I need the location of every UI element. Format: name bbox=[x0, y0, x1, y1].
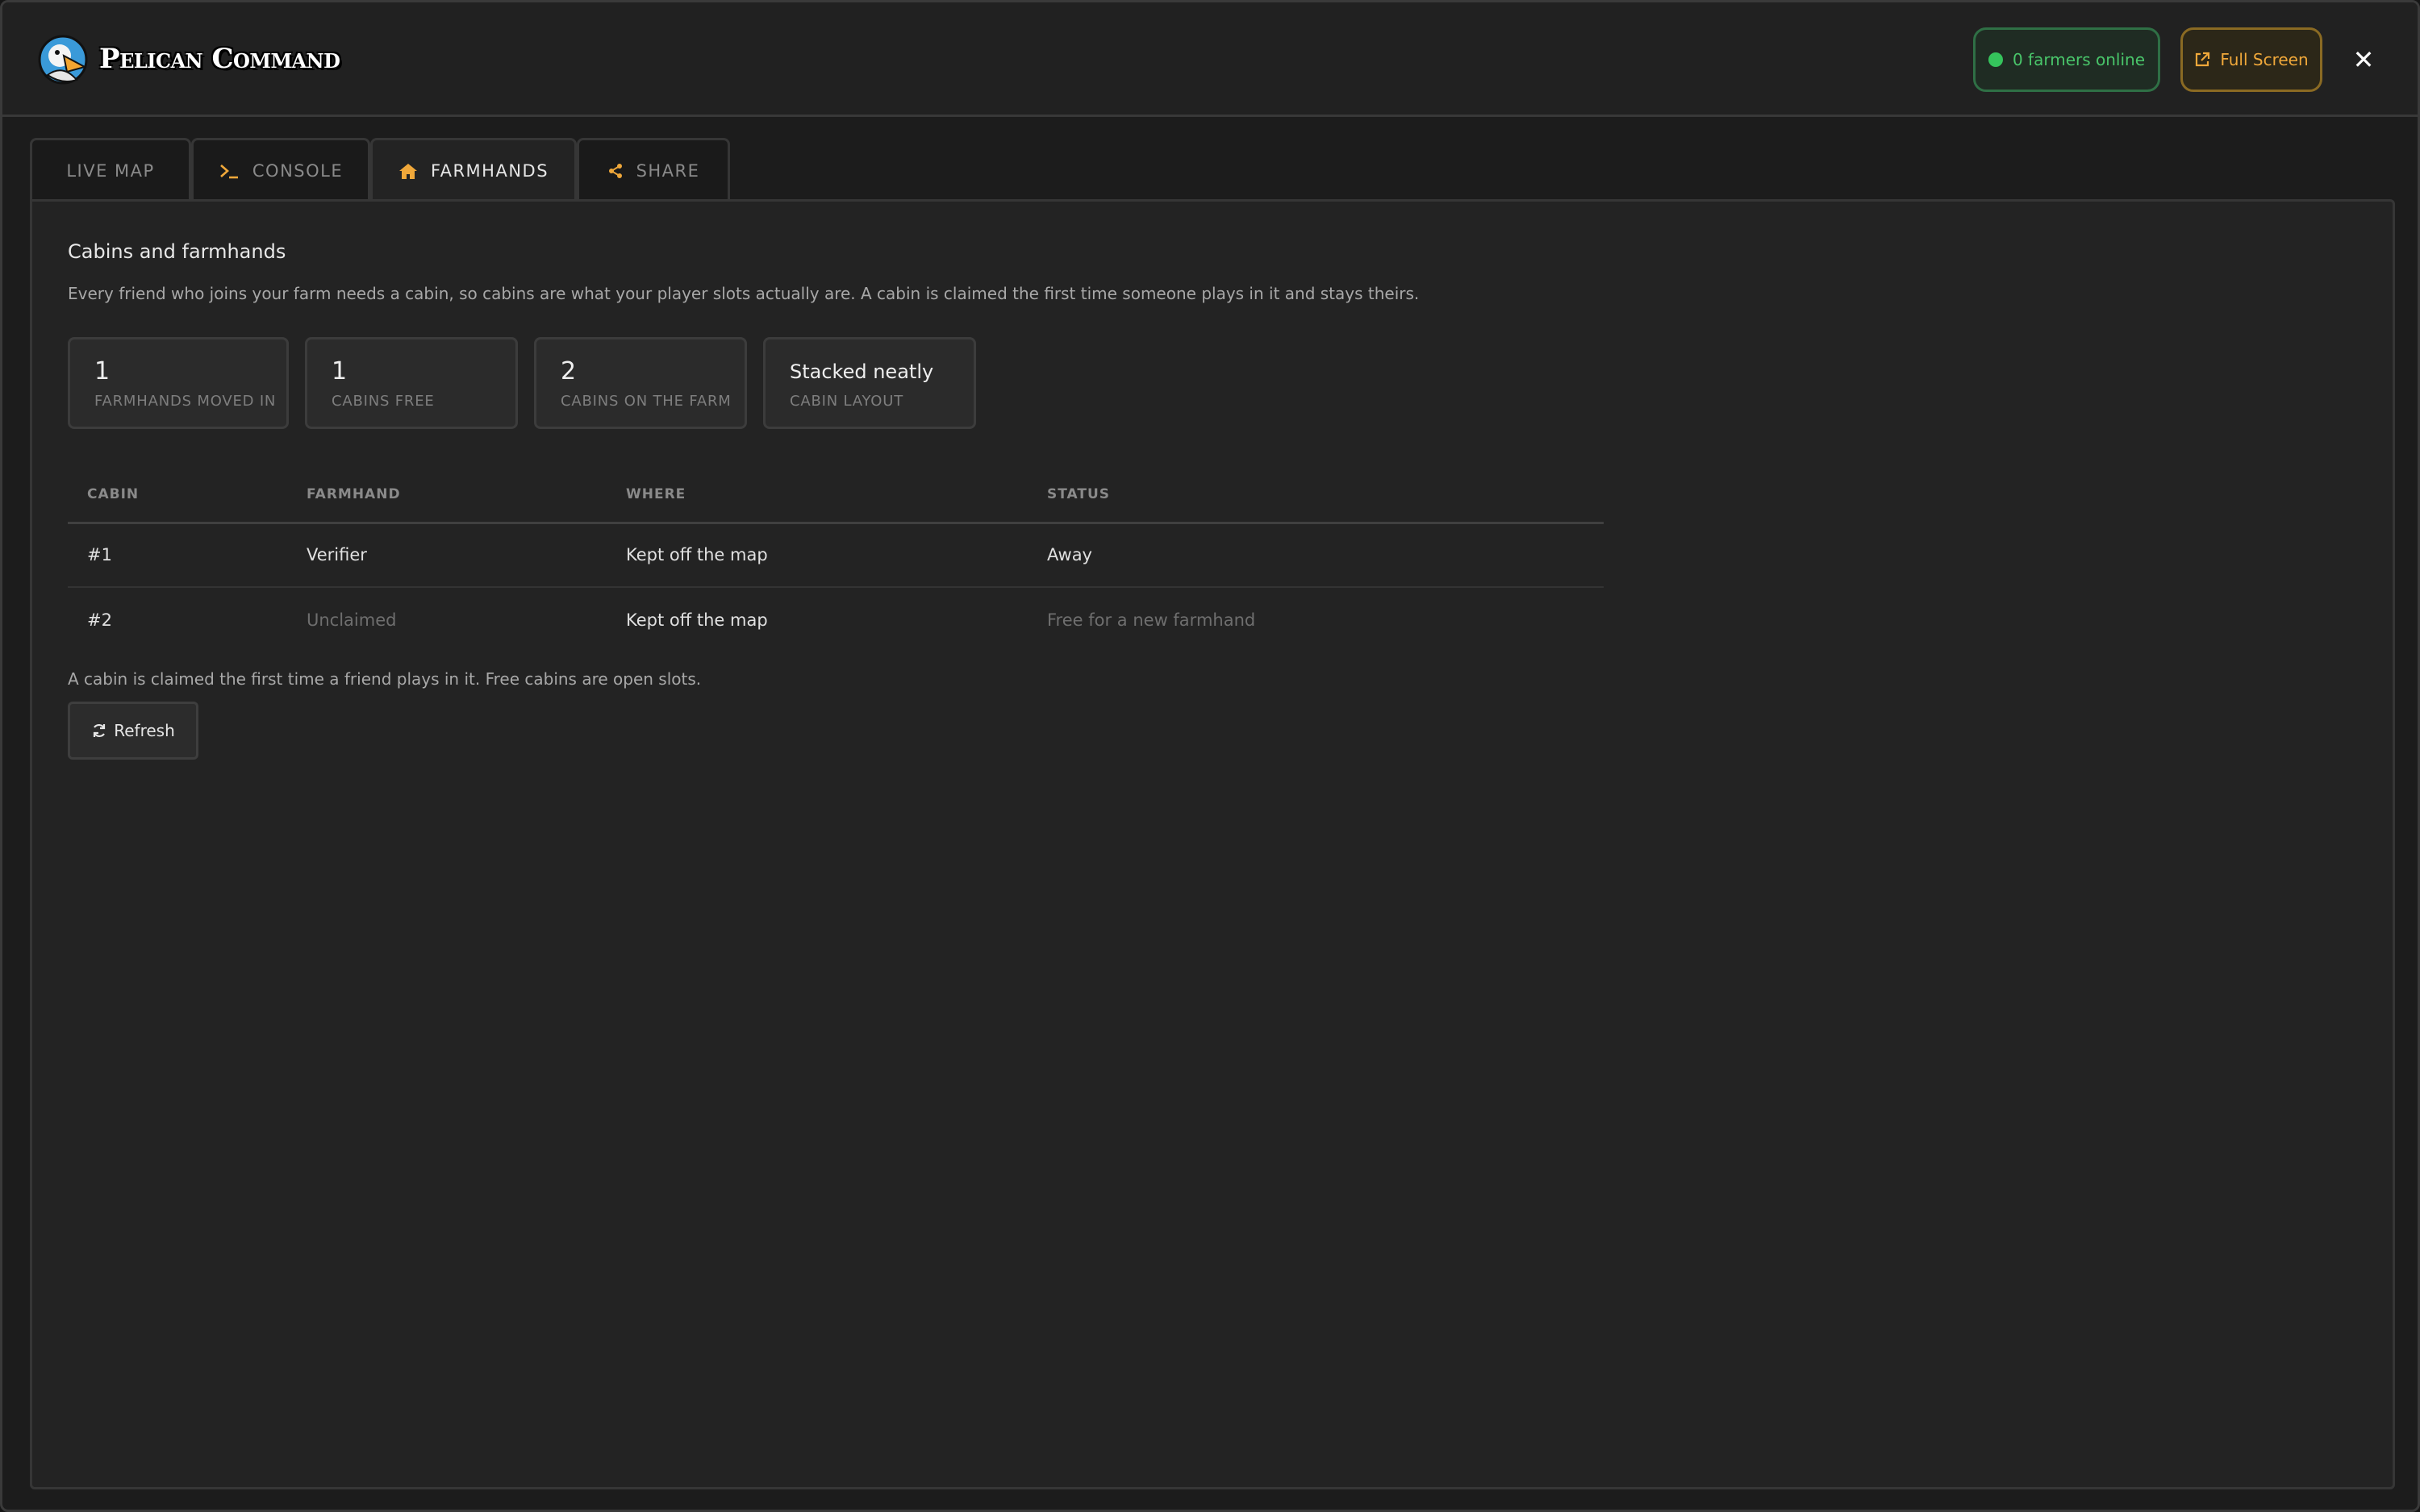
stat-label: CABIN LAYOUT bbox=[790, 393, 904, 410]
farmhands-panel: Cabins and farmhands Every friend who jo… bbox=[30, 199, 2395, 1489]
section-title: Cabins and farmhands bbox=[68, 240, 286, 263]
farmhand-cell: Unclaimed bbox=[307, 610, 397, 630]
tab-bar: LIVE MAP CONSOLE FARMHANDS SHARE bbox=[30, 138, 730, 202]
tab-label: FARMHANDS bbox=[430, 161, 549, 181]
cabin-cell: #2 bbox=[87, 610, 112, 630]
stat-label: CABINS ON THE FARM bbox=[561, 393, 732, 410]
tab-share[interactable]: SHARE bbox=[577, 138, 730, 202]
external-link-icon bbox=[2196, 52, 2210, 67]
share-icon bbox=[607, 163, 624, 179]
tab-console[interactable]: CONSOLE bbox=[191, 138, 370, 202]
stat-value: Stacked neatly bbox=[790, 360, 934, 383]
status-cell: Away bbox=[1028, 523, 1604, 588]
column-header-cabin: CABIN bbox=[68, 468, 287, 524]
column-header-where: WHERE bbox=[607, 468, 1028, 524]
section-description: Every friend who joins your farm needs a… bbox=[68, 284, 1420, 303]
close-icon: ✕ bbox=[2352, 44, 2375, 75]
status-cell: Free for a new farmhand bbox=[1047, 610, 1256, 630]
table-row: #1 Verifier Kept off the map Away bbox=[68, 523, 1604, 588]
full-screen-button[interactable]: Full Screen bbox=[2180, 27, 2322, 92]
house-icon bbox=[398, 162, 418, 180]
app-title: Pelican Command bbox=[99, 43, 340, 75]
app-window: Pelican Command 0 farmers online Full Sc… bbox=[0, 0, 2420, 1512]
stat-value: 1 bbox=[94, 357, 111, 385]
stat-card-farmhands-moved-in: 1 FARMHANDS MOVED IN bbox=[68, 337, 289, 429]
stat-value: 1 bbox=[332, 357, 348, 385]
close-button[interactable]: ✕ bbox=[2346, 40, 2381, 80]
stat-card-cabins-free: 1 CABINS FREE bbox=[305, 337, 518, 429]
tab-label: LIVE MAP bbox=[66, 161, 155, 181]
where-cell: Kept off the map bbox=[607, 523, 1028, 588]
online-dot-icon bbox=[1988, 52, 2003, 67]
app-header: Pelican Command 0 farmers online Full Sc… bbox=[2, 2, 2418, 117]
pelican-logo-icon bbox=[38, 35, 88, 85]
stat-label: CABINS FREE bbox=[332, 393, 435, 410]
tab-farmhands[interactable]: FARMHANDS bbox=[370, 138, 577, 202]
stat-value: 2 bbox=[561, 357, 577, 385]
refresh-button[interactable]: Refresh bbox=[68, 702, 198, 760]
online-count-label: 0 farmers online bbox=[2012, 50, 2146, 69]
refresh-icon bbox=[94, 723, 106, 738]
full-screen-label: Full Screen bbox=[2220, 50, 2309, 69]
tab-label: CONSOLE bbox=[252, 161, 344, 181]
table-header-row: CABIN FARMHAND WHERE STATUS bbox=[68, 468, 1604, 524]
terminal-icon bbox=[219, 162, 240, 180]
stat-label: FARMHANDS MOVED IN bbox=[94, 393, 277, 410]
table-footnote: A cabin is claimed the first time a frie… bbox=[68, 669, 702, 689]
cabin-cell: #1 bbox=[68, 523, 287, 588]
tab-label: SHARE bbox=[636, 161, 700, 181]
tab-live-map[interactable]: LIVE MAP bbox=[30, 138, 191, 202]
stat-card-cabins-on-farm: 2 CABINS ON THE FARM bbox=[534, 337, 747, 429]
online-status-badge: 0 farmers online bbox=[1973, 27, 2160, 92]
stats-row: 1 FARMHANDS MOVED IN 1 CABINS FREE 2 CAB… bbox=[68, 337, 976, 429]
cabins-table: CABIN FARMHAND WHERE STATUS #1 Verifier … bbox=[68, 468, 1604, 652]
farmhand-cell: Verifier bbox=[287, 523, 607, 588]
table-row: #2 Unclaimed Kept off the map Free for a… bbox=[68, 587, 1604, 652]
column-header-status: STATUS bbox=[1028, 468, 1604, 524]
column-header-farmhand: FARMHAND bbox=[287, 468, 607, 524]
refresh-label: Refresh bbox=[114, 721, 175, 740]
stat-card-cabin-layout: Stacked neatly CABIN LAYOUT bbox=[763, 337, 976, 429]
where-cell: Kept off the map bbox=[626, 610, 768, 630]
